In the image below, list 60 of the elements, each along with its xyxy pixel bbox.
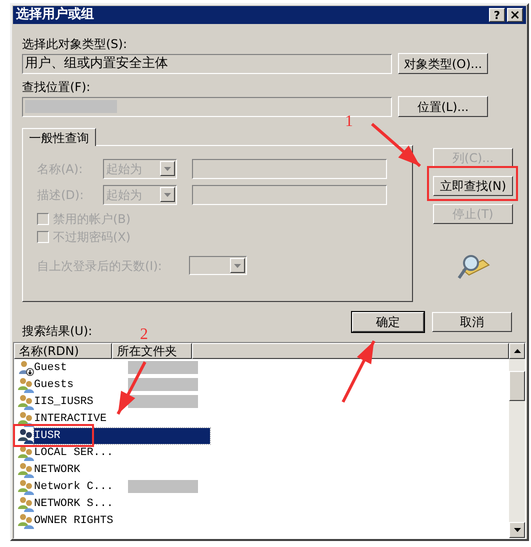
annotation-number: 1 — [345, 114, 353, 130]
dialog-button[interactable]: 确定 — [352, 312, 424, 332]
result-row[interactable]: OWNER RIGHTS — [34, 512, 210, 528]
result-row[interactable]: NETWORK S... — [34, 496, 210, 512]
name-cell-text: Guest — [34, 360, 68, 376]
field-label: 选择此对象类型(S): — [22, 36, 128, 52]
window-title: 选择用户或组 — [16, 6, 95, 24]
annotation-number: 2 — [140, 327, 148, 343]
scroll-down-arrow-icon[interactable] — [514, 528, 520, 532]
dropdown-caret-icon — [164, 166, 171, 170]
field-label: 查找位置(F): — [22, 79, 92, 95]
result-row[interactable]: Network C... — [34, 478, 210, 494]
close-button[interactable]: × — [507, 8, 523, 22]
dialog-button[interactable]: 对象类型(O)... — [398, 53, 488, 74]
annotation-arrow — [342, 340, 376, 403]
name-cell-text: LOCAL SER... — [34, 446, 114, 460]
dialog-button[interactable]: 取消 — [432, 312, 512, 332]
search-icon — [457, 252, 491, 282]
user-group-icon — [18, 394, 34, 410]
user-group-icon — [18, 478, 34, 494]
user-group-icon — [18, 512, 34, 528]
annotation-arrow — [371, 122, 421, 168]
name-cell-text: IIS_IUSRS — [34, 394, 94, 410]
user-group-icon — [18, 428, 34, 444]
dropdown-caret-icon — [164, 192, 171, 196]
column-header[interactable]: 所在文件夹 — [112, 343, 192, 359]
name-cell-text: INTERACTIVE — [34, 412, 107, 426]
user-group-icon — [18, 496, 34, 512]
dropdown-caret-icon — [234, 264, 241, 268]
user-group-icon — [18, 410, 34, 426]
query-input-field[interactable] — [192, 184, 387, 204]
dialog-button[interactable]: 立即查找(N) — [433, 176, 513, 196]
name-cell-text: Network C... — [34, 480, 114, 494]
name-cell-text: Guests — [34, 378, 74, 392]
name-cell-text: IUSR — [34, 428, 60, 444]
user-group-icon — [18, 462, 34, 478]
result-row[interactable]: NETWORK — [34, 462, 210, 478]
result-row[interactable]: Guest — [34, 360, 210, 376]
results-label: 搜索结果(U): — [22, 324, 92, 338]
query-tab[interactable]: 一般性查询 — [22, 128, 96, 146]
result-row[interactable]: Guests — [34, 376, 210, 392]
scroll-up-arrow-icon[interactable] — [514, 349, 520, 353]
user-group-icon — [18, 376, 34, 392]
name-cell-text: OWNER RIGHTS — [34, 514, 114, 528]
result-row[interactable]: IUSR — [34, 428, 210, 444]
dialog-button[interactable]: 位置(L)... — [398, 96, 488, 117]
days-dropdown[interactable] — [189, 256, 247, 275]
object-type-field: 用户、组或内置安全主体 — [22, 54, 392, 74]
user-group-icon — [18, 444, 34, 460]
name-cell-text: NETWORK S... — [34, 496, 114, 512]
help-button[interactable]: ? — [489, 8, 505, 22]
result-row[interactable]: LOCAL SER... — [34, 444, 210, 460]
result-row[interactable]: INTERACTIVE — [34, 410, 210, 426]
column-header[interactable]: 名称(RDN) — [14, 343, 112, 359]
scroll-thumb[interactable] — [509, 370, 525, 400]
result-row[interactable]: IIS_IUSRS — [34, 394, 210, 410]
user-icon — [18, 360, 34, 376]
query-input-field[interactable] — [192, 158, 387, 178]
annotation-arrow — [116, 361, 146, 415]
name-cell-text: NETWORK — [34, 462, 80, 478]
